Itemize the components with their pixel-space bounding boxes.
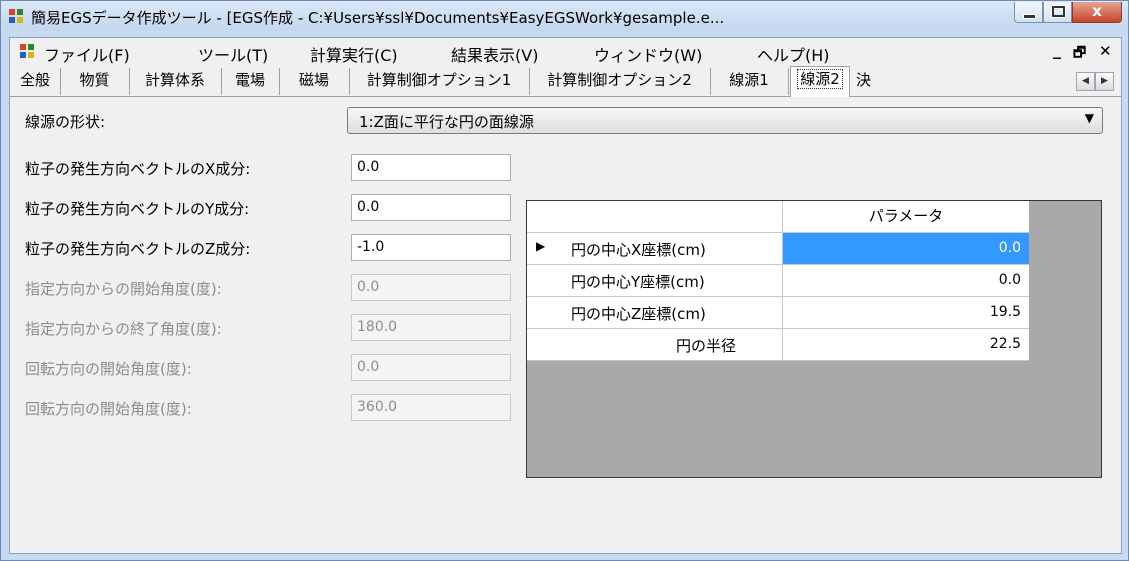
field-label-y: 粒子の発生方向ベクトルのY成分:	[25, 200, 250, 218]
chevron-down-icon: ▼	[1084, 111, 1094, 125]
minimize-icon	[1023, 14, 1036, 19]
table-row[interactable]: 円の中心Z座標(cm) 19.5	[527, 297, 1029, 329]
shape-select-value: 1:Z面に平行な円の面線源	[359, 113, 534, 131]
table-row[interactable]: 円の中心Y座標(cm) 0.0	[527, 265, 1029, 297]
tab-control-option-2[interactable]: 計算制御オプション2	[529, 68, 711, 95]
tab-scroll-left-icon[interactable]: ◀	[1076, 72, 1095, 91]
menu-window[interactable]: ウィンドウ(W)	[594, 42, 702, 66]
menu-file[interactable]: ファイル(F)	[44, 42, 130, 66]
grid-column-header[interactable]: パラメータ	[783, 201, 1029, 233]
direction-x-input[interactable]: 0.0	[351, 154, 511, 181]
field-label-start-angle: 指定方向からの開始角度(度):	[25, 280, 222, 298]
field-label-z: 粒子の発生方向ベクトルのZ成分:	[25, 240, 251, 258]
grid-cell[interactable]: 0.0	[783, 233, 1029, 265]
tab-scroll-right-icon[interactable]: ▶	[1095, 72, 1114, 91]
grid-cell[interactable]: 0.0	[783, 265, 1029, 297]
maximize-icon	[1051, 5, 1066, 18]
tab-strip: 全般 物質 計算体系 電場 磁場 計算制御オプション1 計算制御オプション2 線…	[10, 66, 1121, 97]
tab-geometry[interactable]: 計算体系	[129, 68, 222, 95]
mdi-close-icon[interactable]: ✕	[1099, 42, 1112, 60]
menu-bar: ファイル(F) ツール(T) 計算実行(C) 結果表示(V) ウィンドウ(W) …	[10, 38, 1121, 66]
source-2-panel: 線源の形状: 1:Z面に平行な円の面線源 ▼ 粒子の発生方向ベクトルのX成分: …	[10, 97, 1121, 553]
field-label-x: 粒子の発生方向ベクトルのX成分:	[25, 160, 251, 178]
tab-source-2[interactable]: 線源2	[790, 66, 850, 97]
row-header-label: 円の中心Z座標(cm)	[571, 305, 706, 323]
end-angle-input: 180.0	[351, 314, 511, 341]
mdi-child-frame: ファイル(F) ツール(T) 計算実行(C) 結果表示(V) ウィンドウ(W) …	[9, 37, 1122, 554]
tab-overflow[interactable]: 決	[850, 68, 902, 95]
mdi-restore-icon[interactable]: 🗗	[1073, 42, 1086, 66]
field-label-rot-end: 回転方向の開始角度(度):	[25, 400, 192, 418]
app-icon	[9, 9, 23, 23]
window-title: 簡易EGSデータ作成ツール - [EGS作成 - C:¥Users¥ssl¥Do…	[31, 9, 725, 27]
shape-select[interactable]: 1:Z面に平行な円の面線源 ▼	[347, 107, 1103, 134]
document-icon[interactable]	[20, 44, 34, 58]
table-row[interactable]: 円の半径 22.5	[527, 329, 1029, 361]
row-header-label: 円の中心Y座標(cm)	[571, 273, 705, 291]
maximize-button[interactable]	[1043, 2, 1072, 23]
parameter-grid[interactable]: パラメータ ▶ 円の中心X座標(cm) 0.0 円の中心Y座標(cm) 0.0	[526, 200, 1102, 478]
row-header[interactable]: 円の中心Z座標(cm)	[527, 297, 783, 329]
rotation-start-input: 0.0	[351, 354, 511, 381]
tab-material[interactable]: 物質	[60, 68, 130, 95]
direction-y-input[interactable]: 0.0	[351, 194, 511, 221]
start-angle-input: 0.0	[351, 274, 511, 301]
direction-z-input[interactable]: -1.0	[351, 234, 511, 261]
menu-help[interactable]: ヘルプ(H)	[757, 42, 830, 66]
rotation-end-input: 360.0	[351, 394, 511, 421]
row-header[interactable]: 円の半径	[527, 329, 783, 361]
minimize-button[interactable]	[1014, 2, 1043, 23]
table-row[interactable]: ▶ 円の中心X座標(cm) 0.0	[527, 233, 1029, 265]
tab-control-option-1[interactable]: 計算制御オプション1	[349, 68, 530, 95]
grid-cell[interactable]: 22.5	[783, 329, 1029, 361]
row-header-label: 円の半径	[675, 337, 736, 355]
shape-label: 線源の形状:	[25, 113, 106, 131]
app-window: 簡易EGSデータ作成ツール - [EGS作成 - C:¥Users¥ssl¥Do…	[0, 0, 1129, 561]
title-bar[interactable]: 簡易EGSデータ作成ツール - [EGS作成 - C:¥Users¥ssl¥Do…	[1, 1, 1128, 31]
menu-run[interactable]: 計算実行(C)	[310, 42, 398, 66]
field-label-rot-start: 回転方向の開始角度(度):	[25, 360, 192, 378]
grid-corner	[527, 201, 783, 233]
current-row-icon: ▶	[536, 239, 546, 253]
row-header-label: 円の中心X座標(cm)	[571, 241, 706, 259]
mdi-minimize-icon[interactable]: _	[1053, 40, 1061, 59]
menu-tools[interactable]: ツール(T)	[198, 42, 268, 66]
close-icon: x	[1092, 2, 1102, 20]
close-button[interactable]: x	[1072, 2, 1122, 23]
tab-general[interactable]: 全般	[10, 68, 61, 95]
row-header[interactable]: ▶ 円の中心X座標(cm)	[527, 233, 783, 265]
grid-cell[interactable]: 19.5	[783, 297, 1029, 329]
field-label-end-angle: 指定方向からの終了角度(度):	[25, 320, 222, 338]
tab-magnetic-field[interactable]: 磁場	[279, 68, 350, 95]
tab-source-1[interactable]: 線源1	[710, 68, 789, 95]
tab-electric-field[interactable]: 電場	[221, 68, 280, 95]
menu-results[interactable]: 結果表示(V)	[451, 42, 538, 66]
row-header[interactable]: 円の中心Y座標(cm)	[527, 265, 783, 297]
